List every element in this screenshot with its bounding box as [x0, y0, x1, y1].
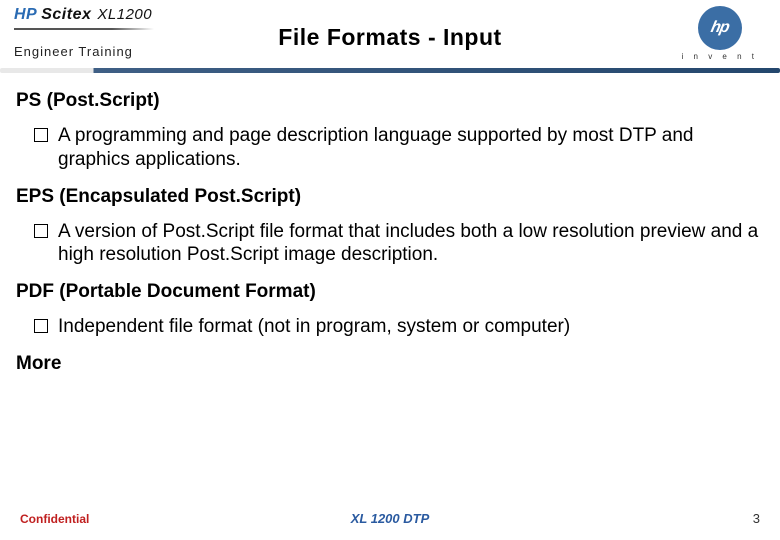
- section-heading-eps: EPS (Encapsulated Post.Script): [16, 186, 764, 208]
- brand-model-text: XL1200: [97, 6, 152, 23]
- hp-logo: hp i n v e n t: [682, 6, 758, 61]
- slide-title: File Formats - Input: [278, 24, 501, 51]
- hp-logo-circle-icon: hp: [698, 6, 742, 50]
- bullet-item: Independent file format (not in program,…: [34, 315, 764, 339]
- bullet-text: A version of Post.Script file format tha…: [58, 220, 764, 268]
- slide-footer: Confidential XL 1200 DTP 3: [0, 511, 780, 526]
- product-brand: HPScitex XL1200: [14, 6, 152, 24]
- hp-logo-letters: hp: [709, 19, 730, 37]
- brand-hp-text: HP: [14, 6, 37, 23]
- slide-header: HPScitex XL1200 Engineer Training File Fo…: [0, 0, 780, 72]
- square-bullet-icon: [34, 128, 48, 142]
- bullet-text: A programming and page description langu…: [58, 124, 764, 172]
- section-heading-pdf: PDF (Portable Document Format): [16, 281, 764, 303]
- section-heading-more: More: [16, 353, 764, 375]
- bullet-item: A programming and page description langu…: [34, 124, 764, 172]
- bullet-item: A version of Post.Script file format tha…: [34, 220, 764, 268]
- footer-center-text: XL 1200 DTP: [351, 511, 430, 526]
- square-bullet-icon: [34, 224, 48, 238]
- square-bullet-icon: [34, 319, 48, 333]
- brand-scitex-text: Scitex: [41, 6, 91, 23]
- header-subtitle: Engineer Training: [14, 44, 133, 59]
- section-heading-ps: PS (Post.Script): [16, 90, 764, 112]
- brand-underline: [14, 28, 154, 30]
- hp-logo-tagline: i n v e n t: [682, 52, 758, 61]
- header-divider: [0, 68, 780, 73]
- confidential-label: Confidential: [20, 512, 89, 526]
- page-number: 3: [753, 511, 760, 526]
- bullet-text: Independent file format (not in program,…: [58, 315, 570, 339]
- slide-content: PS (Post.Script) A programming and page …: [0, 72, 780, 375]
